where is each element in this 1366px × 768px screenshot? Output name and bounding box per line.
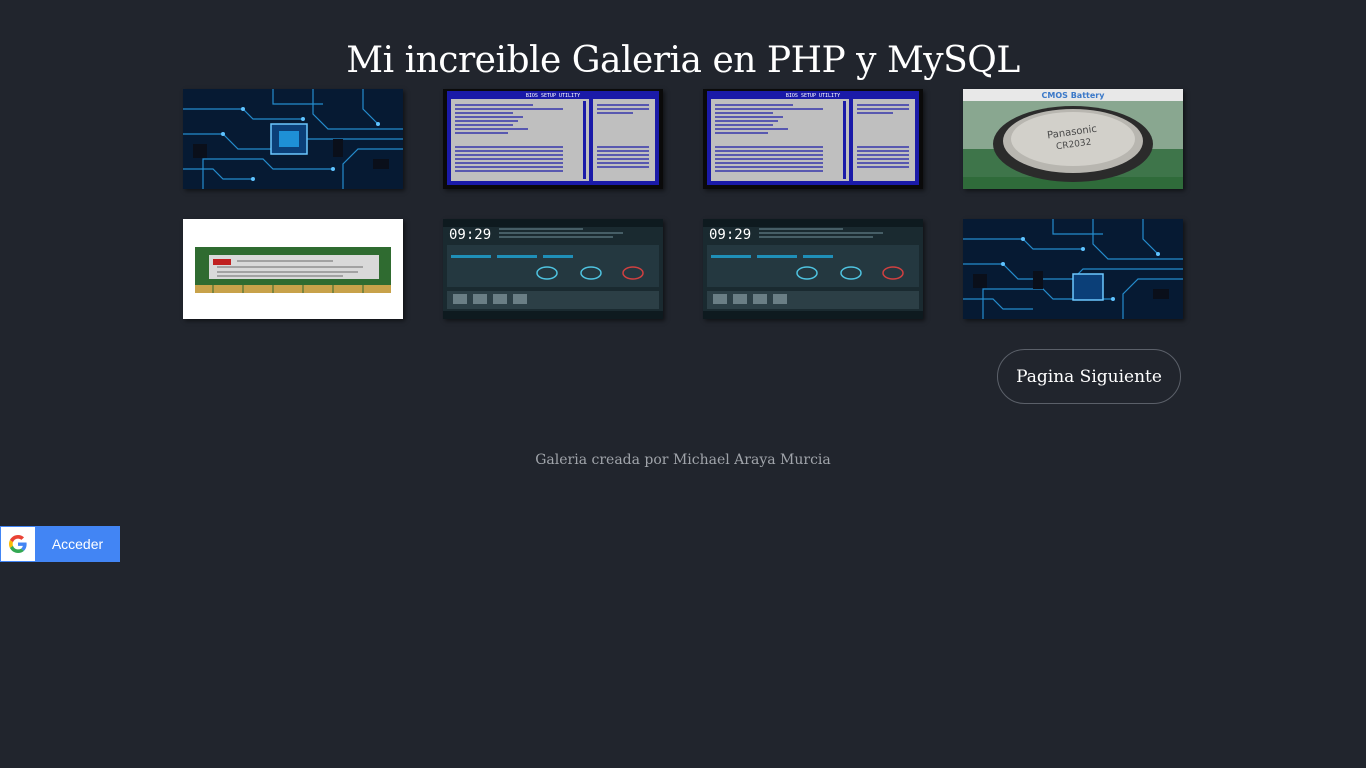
uefi-bios-image: 09:29 <box>703 219 923 319</box>
next-page-button[interactable]: Pagina Siguiente <box>997 349 1181 404</box>
gallery-thumbnail-uefi-bios[interactable]: 09:29 <box>703 219 923 319</box>
gallery-thumbnail-bios-setup[interactable]: BIOS SETUP UTILITY <box>443 89 663 189</box>
bios-setup-image: BIOS SETUP UTILITY <box>703 89 923 189</box>
google-signin-button[interactable]: Acceder <box>0 526 120 562</box>
footer-credit: Galeria creada por Michael Araya Murcia <box>535 452 831 468</box>
cmos-battery-image: CMOS Battery Panasonic CR2032 <box>963 89 1183 189</box>
gallery-thumbnail-bios-setup[interactable]: BIOS SETUP UTILITY <box>703 89 923 189</box>
circuit-board-image <box>963 219 1183 319</box>
svg-text:09:29: 09:29 <box>449 227 491 243</box>
google-signin-label: Acceder <box>51 536 104 552</box>
page-title: Mi increible Galeria en PHP y MySQL <box>346 40 1020 81</box>
gallery-thumbnail-ram-module[interactable] <box>183 219 403 319</box>
gallery-thumbnail-circuit-board[interactable] <box>963 219 1183 319</box>
svg-text:BIOS SETUP UTILITY: BIOS SETUP UTILITY <box>526 93 580 99</box>
image-gallery: BIOS SETUP UTILITY BIOS SETUP UTILITY CM… <box>183 89 1183 321</box>
gallery-thumbnail-uefi-bios[interactable]: 09:29 <box>443 219 663 319</box>
svg-text:CMOS Battery: CMOS Battery <box>1042 91 1106 100</box>
bios-setup-image: BIOS SETUP UTILITY <box>443 89 663 189</box>
gallery-thumbnail-circuit-board[interactable] <box>183 89 403 189</box>
svg-text:09:29: 09:29 <box>709 227 751 243</box>
circuit-board-image <box>183 89 403 189</box>
ram-module-image <box>183 219 403 319</box>
svg-text:BIOS SETUP UTILITY: BIOS SETUP UTILITY <box>786 93 840 99</box>
google-logo-icon <box>1 527 35 561</box>
uefi-bios-image: 09:29 <box>443 219 663 319</box>
gallery-thumbnail-cmos-battery[interactable]: CMOS Battery Panasonic CR2032 <box>963 89 1183 189</box>
